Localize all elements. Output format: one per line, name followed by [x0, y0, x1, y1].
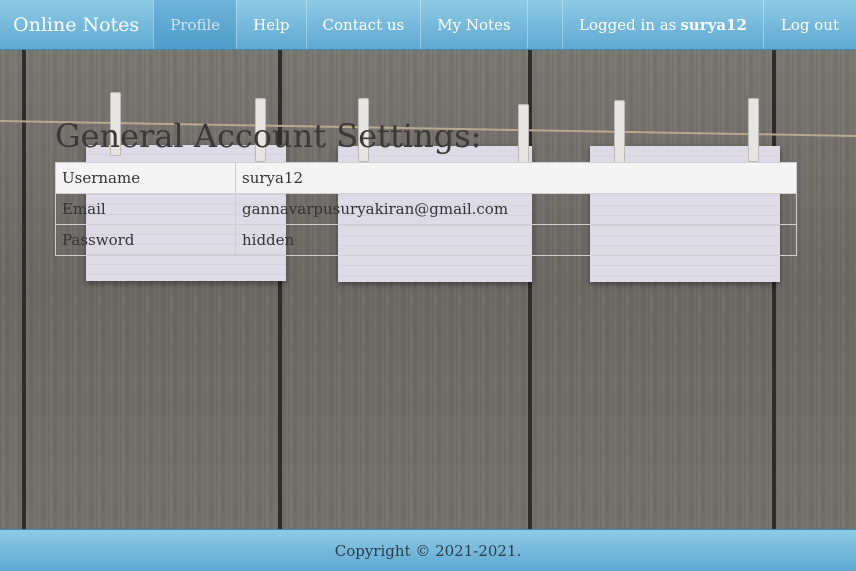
nav-contact-us[interactable]: Contact us [305, 0, 421, 49]
username-value: surya12 [235, 162, 797, 194]
table-row: Username surya12 [55, 162, 797, 194]
email-label: Email [55, 193, 236, 225]
logged-in-status: Logged in as surya12 [562, 0, 763, 49]
username-label: Username [55, 162, 236, 194]
account-settings-table: Username surya12 Email gannavarpusuryaki… [55, 162, 797, 256]
password-value: hidden [235, 224, 797, 256]
password-label: Password [55, 224, 236, 256]
table-row: Email gannavarpusuryakiran@gmail.com [55, 193, 797, 225]
copyright-text: Copyright © 2021-2021. [334, 541, 522, 560]
email-value: gannavarpusuryakiran@gmail.com [235, 193, 797, 225]
brand-logo[interactable]: Online Notes [0, 0, 153, 49]
nav-my-notes[interactable]: My Notes [420, 0, 528, 49]
nav-profile[interactable]: Profile [153, 0, 237, 49]
navbar-spacer [528, 0, 562, 49]
table-row: Password hidden [55, 224, 797, 256]
footer: Copyright © 2021-2021. [0, 529, 856, 571]
account-settings-panel: General Account Settings: Username surya… [55, 117, 797, 256]
logout-button[interactable]: Log out [762, 0, 856, 49]
logged-in-prefix: Logged in as [579, 15, 677, 34]
logged-in-username: surya12 [680, 15, 747, 34]
page-title: General Account Settings: [55, 117, 482, 155]
nav-help[interactable]: Help [236, 0, 305, 49]
top-navbar: Online Notes Profile Help Contact us My … [0, 0, 856, 50]
